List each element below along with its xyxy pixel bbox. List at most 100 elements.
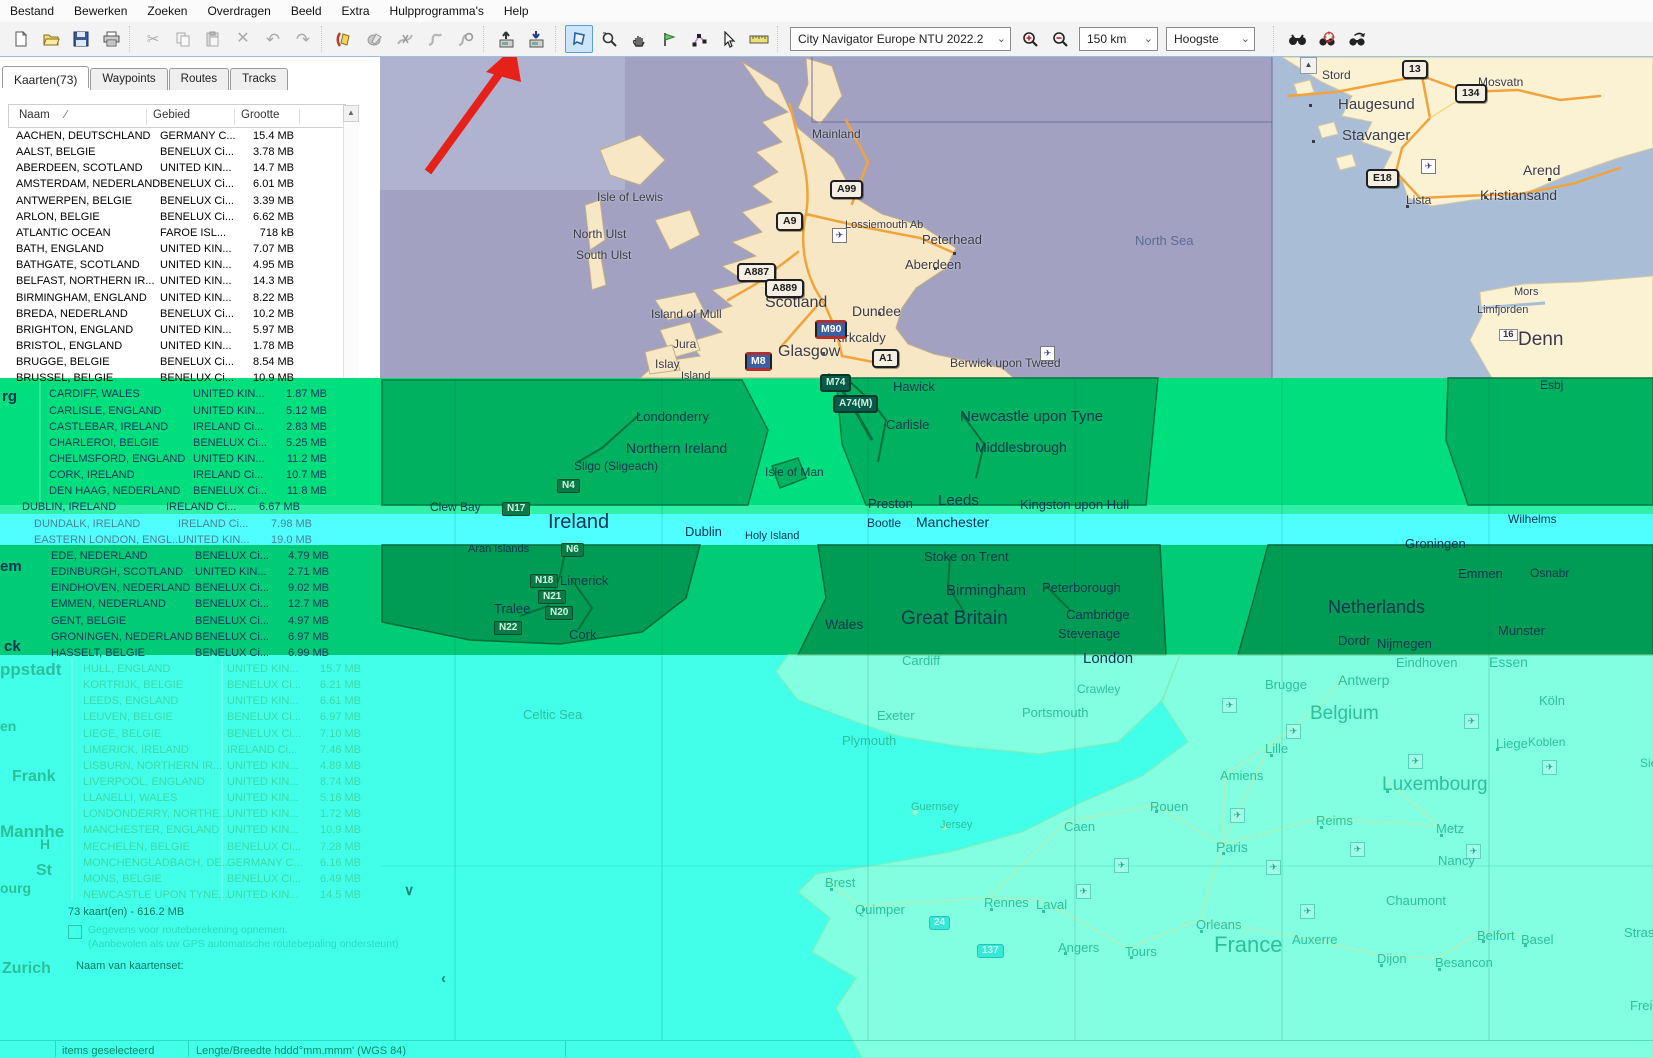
redo-button[interactable]: ↷: [289, 25, 317, 53]
table-row[interactable]: LONDONDERRY, NORTHE...UNITED KIN...1.72 …: [8, 807, 438, 823]
menu-item-zoeken[interactable]: Zoeken: [137, 1, 197, 21]
table-row[interactable]: HULL, ENGLANDUNITED KIN...15.7 MB: [8, 662, 438, 678]
hand-tool-button[interactable]: [625, 25, 653, 53]
menu-item-bestand[interactable]: Bestand: [0, 1, 64, 21]
table-row[interactable]: BIRMINGHAM, ENGLANDUNITED KIN...8.22 MB: [8, 291, 438, 307]
table-row[interactable]: AMSTERDAM, NEDERLANDBENELUX Ci...6.01 MB: [8, 177, 438, 193]
table-row[interactable]: DUBLIN, IRELANDIRELAND Ci...6.67 MB: [8, 500, 438, 516]
menu-item-bewerken[interactable]: Bewerken: [64, 1, 137, 21]
find-button[interactable]: [1283, 25, 1311, 53]
table-row[interactable]: CHARLEROI, BELGIEBENELUX Ci...5.25 MB: [8, 436, 438, 452]
undo-button[interactable]: ↶: [259, 25, 287, 53]
table-row[interactable]: CARDIFF, WALESUNITED KIN...1.87 MB: [8, 387, 438, 403]
table-row[interactable]: BATH, ENGLANDUNITED KIN...7.07 MB: [8, 242, 438, 258]
include-routing-checkbox[interactable]: [68, 925, 82, 939]
selection-tool-button[interactable]: [715, 25, 743, 53]
scrollbar-up-arrow[interactable]: ▲: [343, 105, 359, 122]
menu-item-help[interactable]: Help: [494, 1, 539, 21]
divide-track-tool-button[interactable]: [391, 25, 419, 53]
table-row[interactable]: BRISTOL, ENGLANDUNITED KIN...1.78 MB: [8, 339, 438, 355]
table-header[interactable]: Naam ∕ Gebied Grootte: [8, 104, 346, 128]
table-row[interactable]: AALST, BELGIEBENELUX Ci...3.78 MB: [8, 145, 438, 161]
table-row[interactable]: ABERDEEN, SCOTLANDUNITED KIN...14.7 MB: [8, 161, 438, 177]
product-combo[interactable]: City Navigator Europe NTU 2022.2 ⌄: [790, 27, 1011, 51]
menu-item-extra[interactable]: Extra: [332, 1, 380, 21]
map-tool-button[interactable]: [565, 25, 593, 53]
tab-tracks[interactable]: Tracks: [230, 68, 288, 90]
map-scrollbar-fragment[interactable]: ▲: [1300, 57, 1317, 74]
tab-kaarten[interactable]: Kaarten(73): [2, 66, 89, 88]
zoom-out-button[interactable]: [1046, 25, 1074, 53]
send-to-device-button[interactable]: [493, 25, 521, 53]
table-row[interactable]: CASTLEBAR, IRELANDIRELAND Ci...2.83 MB: [8, 420, 438, 436]
table-row[interactable]: BELFAST, NORTHERN IR...UNITED KIN...14.3…: [8, 274, 438, 290]
table-row[interactable]: BATHGATE, SCOTLANDUNITED KIN...4.95 MB: [8, 258, 438, 274]
print-button[interactable]: [97, 25, 125, 53]
table-row[interactable]: NEWCASTLE UPON TYNE,...UNITED KIN...14.5…: [8, 888, 438, 904]
cut-button[interactable]: ✂: [139, 25, 167, 53]
table-row[interactable]: EINDHOVEN, NEDERLANDBENELUX Ci...9.02 MB: [8, 581, 438, 597]
table-row[interactable]: EMMEN, NEDERLANDBENELUX Ci...12.7 MB: [8, 597, 438, 613]
table-row[interactable]: BREDA, NEDERLANDBENELUX Ci...10.2 MB: [8, 307, 438, 323]
table-row[interactable]: BRIGHTON, ENGLANDUNITED KIN...5.97 MB: [8, 323, 438, 339]
receive-from-device-button[interactable]: [523, 25, 551, 53]
table-row[interactable]: BRUGGE, BELGIEBENELUX Ci...8.54 MB: [8, 355, 438, 371]
table-row[interactable]: LLANELLI, WALESUNITED KIN...5.16 MB: [8, 791, 438, 807]
column-header-grootte[interactable]: Grootte: [241, 109, 279, 121]
table-row[interactable]: EDINBURGH, SCOTLANDUNITED KIN...2.71 MB: [8, 565, 438, 581]
menu-item-hulpprogrammas[interactable]: Hulpprogramma's: [380, 1, 494, 21]
table-row[interactable]: MONCHENGLADBACH, DE...GERMANY C...6.16 M…: [8, 856, 438, 872]
paste-button[interactable]: [199, 25, 227, 53]
panel-collapse-arrow[interactable]: ‹: [441, 970, 446, 987]
menu-item-overdragen[interactable]: Overdragen: [197, 1, 280, 21]
table-row[interactable]: BRUSSEL, BELGIEBENELUX Ci...10.9 MB: [8, 371, 438, 387]
table-row[interactable]: LISBURN, NORTHERN IR...UNITED KIN...4.89…: [8, 759, 438, 775]
table-row[interactable]: MANCHESTER, ENGLANDUNITED KIN...10.9 MB: [8, 823, 438, 839]
zoom-in-button[interactable]: [1016, 25, 1044, 53]
new-waypoint-tool-button[interactable]: [331, 25, 359, 53]
copy-button[interactable]: [169, 25, 197, 53]
table-row[interactable]: LIEGE, BELGIEBENELUX Ci...7.10 MB: [8, 727, 438, 743]
recent-finds-button[interactable]: [1343, 25, 1371, 53]
zoom-tool-button[interactable]: [595, 25, 623, 53]
table-row[interactable]: EDE, NEDERLANDBENELUX Ci...4.79 MB: [8, 549, 438, 565]
distance-tool-button[interactable]: [745, 25, 773, 53]
new-file-button[interactable]: [7, 25, 35, 53]
table-row[interactable]: CHELMSFORD, ENGLANDUNITED KIN...11.2 MB: [8, 452, 438, 468]
menu-item-beeld[interactable]: Beeld: [281, 1, 332, 21]
table-row[interactable]: LIMERICK, IRELANDIRELAND Ci...7.46 MB: [8, 743, 438, 759]
table-row[interactable]: ATLANTIC OCEANFAROE ISL...718 kB: [8, 226, 438, 242]
table-row[interactable]: GENT, BELGIEBENELUX Ci...4.97 MB: [8, 614, 438, 630]
save-button[interactable]: [67, 25, 95, 53]
route-tool-button[interactable]: [685, 25, 713, 53]
track-erase-tool-button[interactable]: [451, 25, 479, 53]
delete-button[interactable]: ✕: [229, 25, 257, 53]
new-route-tool-button[interactable]: [361, 25, 389, 53]
scale-combo[interactable]: 150 km ⌄: [1079, 27, 1158, 51]
table-row[interactable]: LIVERPOOL, ENGLANDUNITED KIN...8.74 MB: [8, 775, 438, 791]
track-draw-tool-button[interactable]: [421, 25, 449, 53]
scrollbar-down-arrow[interactable]: ∨: [404, 882, 414, 899]
table-row[interactable]: DUNDALK, IRELANDIRELAND Ci...7.98 MB: [8, 517, 438, 533]
table-row[interactable]: LEEDS, ENGLANDUNITED KIN...6.61 MB: [8, 694, 438, 710]
waypoint-tool-button[interactable]: [655, 25, 683, 53]
table-row[interactable]: EASTERN LONDON, ENGL...UNITED KIN...19.0…: [8, 533, 438, 549]
table-row[interactable]: DEN HAAG, NEDERLANDBENELUX Ci...11.8 MB: [8, 484, 438, 500]
map-sea[interactable]: [1272, 57, 1653, 378]
table-row[interactable]: GRONINGEN, NEDERLANDBENELUX Ci...6.97 MB: [8, 630, 438, 646]
table-row[interactable]: KORTRIJK, BELGIEBENELUX Ci...6.21 MB: [8, 678, 438, 694]
detail-combo[interactable]: Hoogste ⌄: [1166, 27, 1255, 51]
tab-waypoints[interactable]: Waypoints: [90, 68, 167, 90]
column-header-gebied[interactable]: Gebied: [153, 109, 190, 121]
table-row[interactable]: AACHEN, DEUTSCHLANDGERMANY C...15.4 MB: [8, 129, 438, 145]
table-row[interactable]: CORK, IRELANDIRELAND Ci...10.7 MB: [8, 468, 438, 484]
include-routing-label[interactable]: Gegevens voor routeberekening opnemen.: [88, 924, 288, 936]
table-row[interactable]: ANTWERPEN, BELGIEBENELUX Ci...3.39 MB: [8, 194, 438, 210]
tab-routes[interactable]: Routes: [169, 68, 229, 90]
table-row[interactable]: MECHELEN, BELGIEBENELUX Ci...7.28 MB: [8, 840, 438, 856]
table-row[interactable]: MONS, BELGIEBENELUX Ci...6.49 MB: [8, 872, 438, 888]
column-header-naam[interactable]: Naam: [19, 109, 50, 121]
open-button[interactable]: [37, 25, 65, 53]
table-row[interactable]: CARLISLE, ENGLANDUNITED KIN...5.12 MB: [8, 404, 438, 420]
table-row[interactable]: HASSELT, BELGIEBENELUX Ci...6.99 MB: [8, 646, 438, 662]
